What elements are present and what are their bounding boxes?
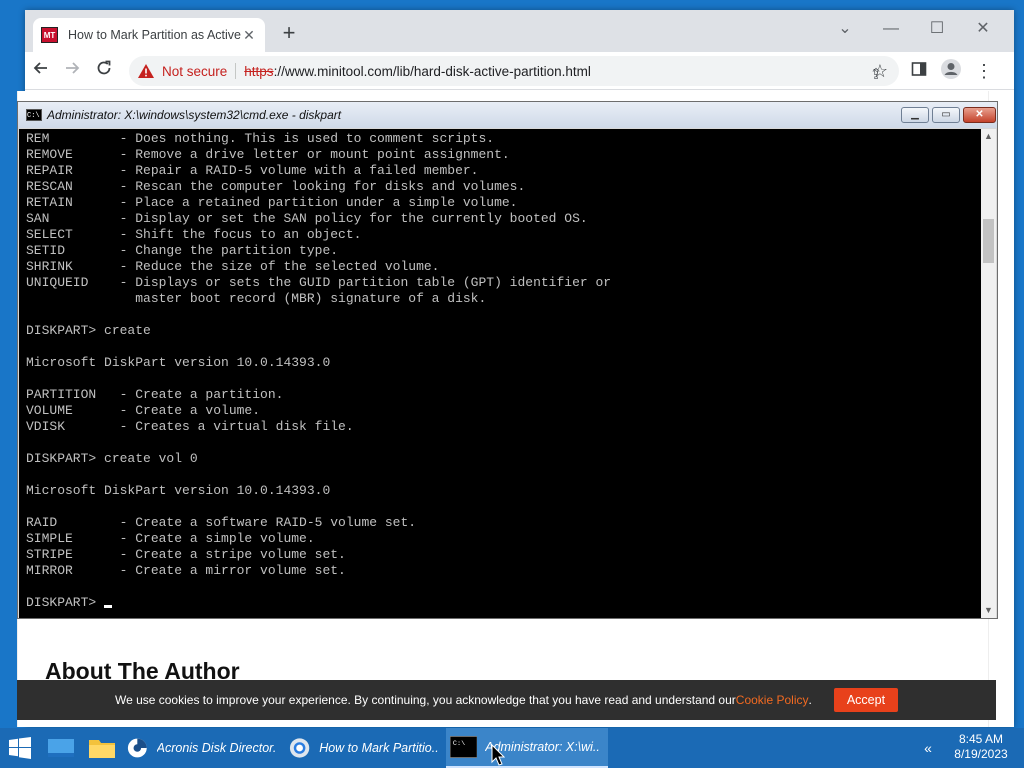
cmd-scrollbar[interactable]: ▲ ▼ [981, 129, 996, 618]
cookie-banner: We use cookies to improve your experienc… [17, 680, 996, 720]
not-secure-label[interactable]: Not secure [162, 64, 227, 79]
warning-icon[interactable] [137, 63, 155, 79]
mouse-pointer-icon [491, 744, 505, 766]
minimize-button[interactable]: — [869, 16, 913, 42]
cookie-policy-link[interactable]: Cookie Policy [736, 693, 809, 707]
console-output-area[interactable]: REM - Does nothing. This is used to comm… [19, 129, 987, 618]
url-text[interactable]: https://www.minitool.com/lib/hard-disk-a… [244, 64, 591, 79]
browser-window: MT How to Mark Partition as Active o ✕ +… [17, 10, 1014, 727]
start-button[interactable] [0, 728, 40, 768]
back-button[interactable] [28, 58, 54, 84]
taskbar-label: How to Mark Partitio... [319, 741, 438, 755]
side-panel-icon[interactable] [906, 58, 932, 84]
browser-app-icon [289, 738, 310, 758]
address-bar[interactable]: Not secure https://www.minitool.com/lib/… [129, 56, 899, 86]
close-button[interactable]: ✕ [961, 16, 1005, 42]
text-cursor [104, 605, 113, 608]
cmd-maximize-button[interactable]: ▭ [932, 107, 960, 123]
console-prompt: DISKPART> [26, 595, 105, 610]
tab-strip: MT How to Mark Partition as Active o ✕ +… [25, 10, 1014, 52]
tab-search-icon[interactable]: ⌄ [823, 16, 867, 42]
taskbar-cmd[interactable]: C:\ Administrator: X:\wi... [446, 728, 608, 768]
forward-button[interactable] [59, 58, 85, 84]
cookie-text: We use cookies to improve your experienc… [114, 693, 736, 707]
clock[interactable]: 8:45 AM 8/19/2023 [946, 732, 1016, 762]
taskbar-acronis[interactable]: Acronis Disk Director... [122, 728, 284, 768]
page-content: C:\ Administrator: X:\windows\system32\c… [17, 91, 1014, 727]
cmd-close-button[interactable]: ✕ [963, 107, 996, 123]
cmd-title: Administrator: X:\windows\system32\cmd.e… [47, 108, 342, 122]
cmd-window[interactable]: C:\ Administrator: X:\windows\system32\c… [17, 101, 998, 619]
tab-close-icon[interactable]: ✕ [241, 27, 257, 44]
tab-title: How to Mark Partition as Active o [68, 28, 241, 42]
forward-arrow-icon [66, 62, 80, 74]
tray-overflow-icon[interactable]: « [917, 728, 939, 768]
cookie-period: . [808, 693, 812, 707]
svg-text:C:\: C:\ [453, 740, 465, 748]
scroll-down-icon[interactable]: ▼ [981, 603, 996, 618]
file-explorer-icon[interactable] [82, 728, 122, 768]
acronis-icon [127, 738, 147, 758]
url-rest: ://www.minitool.com/lib/hard-disk-active… [273, 63, 591, 79]
menu-kebab-icon[interactable]: ⋮ [971, 58, 997, 84]
cmd-titlebar[interactable]: C:\ Administrator: X:\windows\system32\c… [18, 102, 997, 128]
cmd-app-icon: C:\ [26, 109, 42, 121]
profile-avatar-icon[interactable] [938, 58, 964, 84]
reload-icon [97, 60, 111, 75]
new-tab-button[interactable]: + [277, 22, 301, 46]
clock-time: 8:45 AM [958, 732, 1004, 746]
scroll-up-icon[interactable]: ▲ [981, 129, 996, 144]
windows-logo-icon [9, 737, 31, 759]
console-output: REM - Does nothing. This is used to comm… [26, 131, 612, 578]
back-arrow-icon [33, 62, 47, 74]
clock-date: 8/19/2023 [954, 747, 1008, 761]
accept-cookies-button[interactable]: Accept [833, 688, 899, 712]
browser-toolbar: Not secure https://www.minitool.com/lib/… [25, 52, 1014, 90]
cmd-minimize-button[interactable]: ▁ [901, 107, 929, 123]
taskbar-browser[interactable]: How to Mark Partitio... [284, 728, 446, 768]
cmd-taskbar-icon: C:\ [450, 736, 478, 758]
bookmark-star-icon[interactable]: ☆ [867, 58, 893, 84]
reload-button[interactable] [91, 58, 117, 84]
url-scheme: https [244, 63, 274, 79]
scroll-thumb[interactable] [983, 219, 994, 263]
divider [235, 63, 237, 79]
minitool-favicon: MT [41, 27, 58, 43]
browser-tab[interactable]: MT How to Mark Partition as Active o ✕ [33, 18, 265, 52]
maximize-button[interactable]: ☐ [915, 16, 959, 42]
taskbar-label: Acronis Disk Director... [156, 741, 276, 755]
taskbar: Acronis Disk Director... How to Mark Par… [0, 728, 1024, 768]
desktop-icon[interactable] [40, 728, 82, 768]
